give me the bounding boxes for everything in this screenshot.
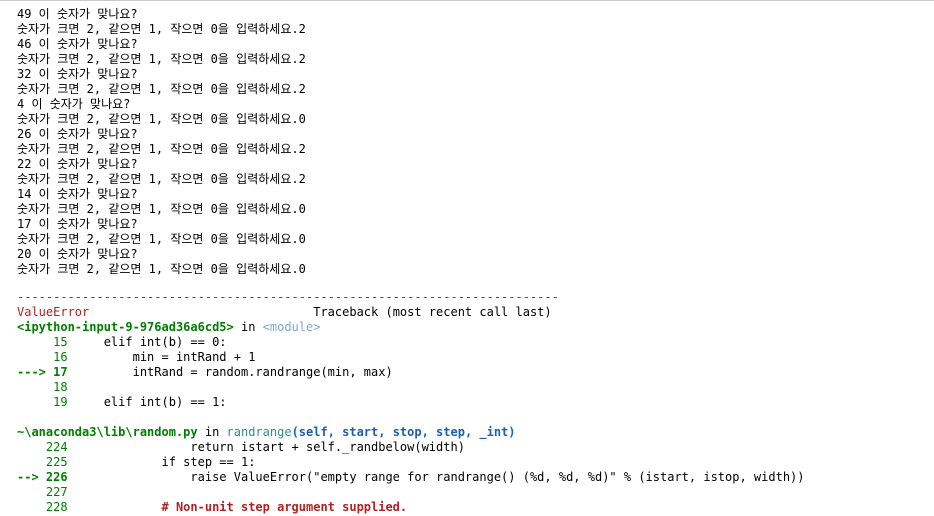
output-line: 숫자가 크면 2, 같으면 1, 작으면 0을 입력하세요.2 — [17, 142, 306, 156]
code-text: min = intRand + 1 — [67, 350, 256, 364]
output-line: 4 이 숫자가 맞나요? — [17, 97, 131, 111]
frame2-location: ~\anaconda3\lib\random.py — [17, 425, 198, 439]
frame1-location-line: <ipython-input-9-976ad36a6cd5> in <modul… — [17, 320, 805, 335]
code-line: 225 if step == 1: — [17, 455, 805, 470]
code-line: 224 return istart + self._randbelow(widt… — [17, 440, 805, 455]
output-line: 22 이 숫자가 맞나요? — [17, 157, 138, 171]
code-line: 227 — [17, 485, 805, 500]
frame1-in: in — [233, 320, 263, 334]
line-number: 18 — [17, 380, 68, 394]
line-number: 225 — [17, 455, 68, 469]
line-number: 15 — [17, 335, 68, 349]
output-line: 숫자가 크면 2, 같으면 1, 작으면 0을 입력하세요.0 — [17, 262, 306, 276]
line-number: ---> 17 — [17, 365, 68, 379]
frame2-func: randrange — [226, 425, 292, 439]
code-line: 18 — [17, 380, 805, 395]
output-line: 숫자가 크면 2, 같으면 1, 작으면 0을 입력하세요.2 — [17, 172, 306, 186]
code-text: elif int(b) == 0: — [67, 335, 227, 349]
frame2-location-line: ~\anaconda3\lib\random.py in randrange(s… — [17, 425, 805, 440]
output-line: 46 이 숫자가 맞나요? — [17, 37, 138, 51]
output-line: 숫자가 크면 2, 같으면 1, 작으면 0을 입력하세요.2 — [17, 52, 306, 66]
frame2-code: 224 return istart + self._randbelow(widt… — [17, 440, 805, 515]
code-line: 16 min = intRand + 1 — [17, 350, 805, 365]
cell-border — [0, 0, 934, 1]
output-line: 26 이 숫자가 맞나요? — [17, 127, 138, 141]
frame1-location: <ipython-input-9-976ad36a6cd5> — [17, 320, 234, 334]
code-text: intRand = random.randrange(min, max) — [67, 365, 393, 379]
frame2-in: in — [197, 425, 227, 439]
code-line: --> 226 raise ValueError("empty range fo… — [17, 470, 805, 485]
output-line: 숫자가 크면 2, 같으면 1, 작으면 0을 입력하세요.0 — [17, 232, 306, 246]
code-text: return istart + self._randbelow(width) — [67, 440, 465, 454]
code-line: 19 elif int(b) == 1: — [17, 395, 805, 410]
output-line: 14 이 숫자가 맞나요? — [17, 187, 138, 201]
output-line: 20 이 숫자가 맞나요? — [17, 247, 138, 261]
output-line: 32 이 숫자가 맞나요? — [17, 67, 138, 81]
line-number: 228 — [17, 500, 68, 514]
code-text: if step == 1: — [67, 455, 256, 469]
traceback-title: Traceback (most recent call last) — [313, 305, 552, 319]
output-line: 숫자가 크면 2, 같으면 1, 작으면 0을 입력하세요.2 — [17, 22, 306, 36]
frame1-code: 15 elif int(b) == 0: 16 min = intRand + … — [17, 335, 805, 410]
line-number: --> 226 — [17, 470, 68, 484]
line-number: 224 — [17, 440, 68, 454]
traceback: ----------------------------------------… — [17, 290, 805, 515]
frame1-func: <module> — [262, 320, 321, 334]
frame2-signature: (self, start, stop, step, _int) — [291, 425, 516, 439]
line-number: 19 — [17, 395, 68, 409]
code-text: raise ValueError("empty range for randra… — [67, 470, 805, 484]
code-text: elif int(b) == 1: — [67, 395, 227, 409]
stdout-output: 49 이 숫자가 맞나요? 숫자가 크면 2, 같으면 1, 작으면 0을 입력하… — [17, 7, 306, 277]
code-line: ---> 17 intRand = random.randrange(min, … — [17, 365, 805, 380]
code-line: 15 elif int(b) == 0: — [17, 335, 805, 350]
output-line: 49 이 숫자가 맞나요? — [17, 7, 138, 21]
traceback-header: ValueError Traceback (most recent call l… — [17, 305, 805, 320]
line-number: 227 — [17, 485, 68, 499]
output-line: 숫자가 크면 2, 같으면 1, 작으면 0을 입력하세요.2 — [17, 82, 306, 96]
jupyter-output-area: 49 이 숫자가 맞나요? 숫자가 크면 2, 같으면 1, 작으면 0을 입력하… — [0, 0, 934, 516]
error-type: ValueError — [17, 305, 90, 319]
header-gap — [89, 305, 313, 319]
traceback-separator: ----------------------------------------… — [17, 290, 559, 304]
output-line: 숫자가 크면 2, 같으면 1, 작으면 0을 입력하세요.0 — [17, 202, 306, 216]
output-line: 17 이 숫자가 맞나요? — [17, 217, 138, 231]
line-number: 16 — [17, 350, 68, 364]
code-line: 228 # Non-unit step argument supplied. — [17, 500, 805, 515]
code-text: # Non-unit step argument supplied. — [67, 500, 408, 514]
output-line: 숫자가 크면 2, 같으면 1, 작으면 0을 입력하세요.0 — [17, 112, 306, 126]
